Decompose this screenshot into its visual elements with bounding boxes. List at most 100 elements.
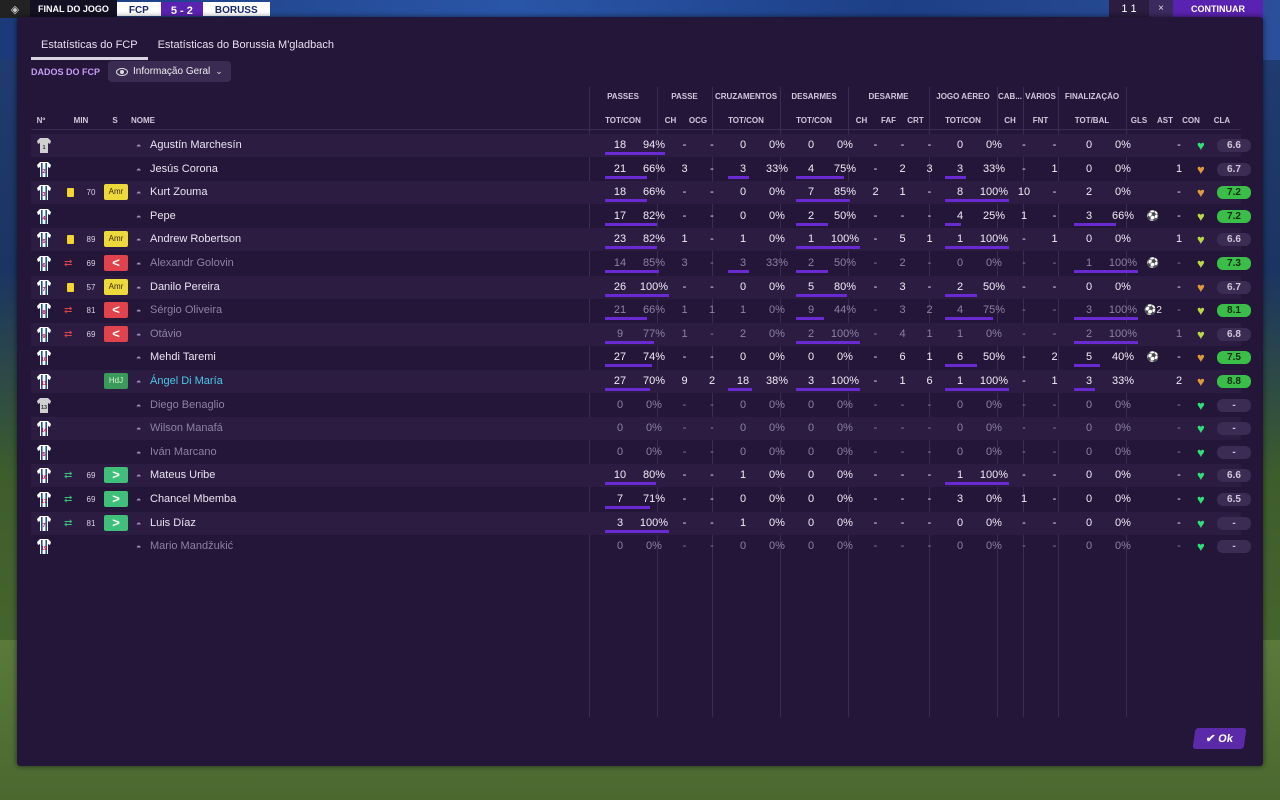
stat-fnt: - [1052, 422, 1057, 435]
player-name[interactable]: Andrew Robertson [150, 228, 241, 251]
player-name[interactable]: Jesús Corona [150, 158, 218, 181]
stat-ast: - [1177, 516, 1181, 529]
player-name[interactable]: Chancel Mbemba [150, 488, 236, 511]
percent-bar [796, 222, 828, 226]
minutes: 69 [86, 471, 96, 481]
table-row[interactable]: 10 ◓ Mehdi Taremi 27 74% - -0 0% 0 0% -6 1 6 50% -2 5 4… [31, 346, 1251, 369]
player-name[interactable]: Sérgio Oliveira [150, 299, 222, 322]
table-row[interactable]: 11 HdJ ◓ Ángel Di María 27 70% 9 2 18 38% 3 100% -1… [31, 370, 1251, 393]
player-name[interactable]: Mario Mandžukić [150, 535, 233, 558]
svg-text:16: 16 [41, 475, 47, 481]
svg-text:13: 13 [41, 405, 47, 411]
player-name[interactable]: Iván Marcano [150, 441, 217, 464]
yellow-card-icon [67, 235, 74, 245]
stat-gls [1140, 158, 1166, 181]
player-name[interactable]: Mehdi Taremi [150, 346, 216, 369]
player-name[interactable]: Diego Benaglio [150, 394, 225, 417]
stat-ocg: - [710, 469, 714, 482]
table-row[interactable]: 19 ◓ Mario Mandžukić 0 0% - - 0 0% 0 0% - - - 0 0% - - 0 0… [31, 535, 1251, 558]
table-row[interactable]: 5 89 Amr ◓ Andrew Robertson 23 82% 1-1 0% 1 100% -… [31, 228, 1251, 252]
stat-ast: - [1177, 398, 1181, 411]
stat-ch3: - [1022, 469, 1026, 482]
table-row[interactable]: 16 ⇄ 69 > ◓ Mateus Uribe 10 80% - -1 0% 0 0% - - -1 100… [31, 464, 1251, 488]
stat-faf: 3 [899, 280, 906, 293]
player-name[interactable]: Otávio [150, 323, 182, 346]
table-row[interactable]: 2 ◓ Jesús Corona 21 66% 3-3 33% 4 75% -2 3 3 33% -1 0… [31, 158, 1251, 181]
table-row[interactable]: 7 ⇄ 81 > ◓ Luis Díaz 3 100% - -1 0% 0 0% - - -0 0% - -0 0%… [31, 511, 1251, 535]
stat-ch3: - [1022, 257, 1026, 269]
stat-ch1: - [682, 139, 687, 151]
ok-button[interactable]: ✔ Ok [1192, 728, 1247, 749]
table-row[interactable]: 1 ◓ Agustín Marchesín 18 94% - -0 0% 0 0% - - -0 0% -… [31, 134, 1251, 157]
table-row[interactable]: 14 ◓ Wilson Manafá 0 0% - - 0 0% 0 0% - - - 0 0% - - 0 0% -… [31, 417, 1251, 441]
header-divider [31, 129, 1241, 130]
table-row[interactable]: 5 ◓ Iván Marcano 0 0% - -0 0% 0 0% - - -0 0% - -0 0% - ♥ - [31, 441, 1251, 464]
status-badge: > [104, 491, 128, 507]
stat-crt: - [927, 257, 932, 269]
tab-fcp-stats[interactable]: Estatísticas do FCP [31, 35, 148, 60]
stat-ch3: - [1022, 351, 1026, 364]
stat-c_tot: 1 [739, 516, 747, 529]
group-header: CAB... [998, 92, 1022, 101]
group-header: VÁRIOS [1025, 92, 1056, 101]
stat-fnt: - [1052, 327, 1057, 340]
shirt-icon: 2 [36, 161, 52, 178]
stat-gls: ⚽2 [1143, 305, 1162, 317]
svg-text:7: 7 [42, 287, 45, 293]
table-row[interactable]: 17 ⇄ 69 > ◓ Chancel Mbemba 7 71% - -0 0% 0 0% - - -3 0%… [31, 488, 1251, 511]
stat-ast: - [1177, 209, 1181, 222]
table-row[interactable]: 6 ⇄ 69 < ◓ Alexandr Golovin 14 85% 3-3 33% 2 50% -2… [31, 252, 1251, 275]
table-row[interactable]: 13 ◓ Diego Benaglio 0 0% - - 0 0% 0 0% - - - 0 0% - - 0 0%… [31, 394, 1251, 417]
condition-heart-icon: ♥ [1197, 256, 1205, 271]
person-icon: ◓ [136, 306, 142, 317]
tab-opponent-stats[interactable]: Estatísticas do Borussia M'gladbach [148, 35, 344, 60]
stat-a_pct: 0% [986, 493, 1002, 505]
column-header-crosses: TOT/CON [728, 116, 764, 125]
player-name[interactable]: Wilson Manafá [150, 417, 223, 440]
condition-heart-icon: ♥ [1197, 138, 1205, 153]
player-name[interactable]: Mateus Uribe [150, 464, 215, 487]
player-rating: 6.5 [1217, 493, 1251, 506]
stat-t_tot: 0 [807, 493, 815, 505]
player-rating: 6.8 [1217, 327, 1251, 341]
player-name[interactable]: Alexandr Golovin [150, 252, 234, 275]
player-name[interactable]: Ángel Di María [150, 370, 223, 393]
player-name[interactable]: Kurt Zouma [150, 181, 207, 204]
view-dropdown[interactable]: Informação Geral ⌄ [108, 61, 231, 82]
svg-text:2: 2 [42, 169, 45, 175]
stat-fnt: - [1052, 445, 1057, 458]
table-row[interactable]: 3 70 Amr ◓ Kurt Zouma 18 66% - -0 0% 7 85% 2 1-8 100%… [31, 181, 1251, 205]
percent-bar [945, 175, 966, 179]
table-row[interactable]: 7 57 Amr ◓ Danilo Pereira 26 100% - -0 0% 5 80% -3-… [31, 275, 1251, 299]
stat-t_pct: 0% [837, 398, 853, 411]
table-row[interactable]: 4 ◓ Pepe 17 82% - -0 0% 2 50% - - -4 25% 1-3 66% ⚽ - ♥ 7.2 [31, 205, 1251, 228]
stat-t_pct: 0% [837, 516, 853, 529]
player-name[interactable]: Danilo Pereira [150, 276, 220, 299]
sub-off-icon: ⇄ [64, 305, 73, 317]
stat-a_tot: 0 [956, 445, 964, 458]
player-name[interactable]: Luis Díaz [150, 512, 196, 535]
stat-ch2: - [873, 422, 878, 435]
svg-text:10: 10 [41, 357, 47, 363]
stat-ch3: - [1022, 304, 1026, 317]
continue-button[interactable]: CONTINUAR [1173, 0, 1263, 18]
svg-text:11: 11 [41, 381, 47, 387]
player-name[interactable]: Pepe [150, 205, 176, 228]
sub-off-icon: ⇄ [64, 258, 73, 269]
view-selector-bar: DADOS DO FCP Informação Geral ⌄ [31, 61, 231, 82]
condition-heart-icon: ♥ [1197, 515, 1205, 531]
column-header-passes: TOT/CON [605, 116, 641, 125]
stat-gls: ⚽ [1146, 352, 1160, 364]
stat-a_tot: 0 [956, 398, 964, 411]
stat-s_pct: 0% [1115, 493, 1131, 505]
stat-ast: 1 [1175, 327, 1183, 340]
table-row[interactable]: 8 ⇄ 81 < ◓ Sérgio Oliveira 21 66% 1 1 1 0% 9 44% -3 2 4… [31, 299, 1251, 322]
table-row[interactable]: 9 ⇄ 69 < ◓ Otávio 9 77% 1-2 0% 2 100% -4 1 1 0% - -2 100%… [31, 322, 1251, 346]
player-rating: - [1217, 445, 1251, 459]
stat-crt: - [927, 398, 932, 411]
stat-t_pct: 0% [837, 445, 853, 458]
stat-ch2: 2 [872, 186, 879, 199]
player-name[interactable]: Agustín Marchesín [150, 134, 242, 157]
close-icon[interactable]: × [1149, 0, 1173, 18]
stat-fnt: 1 [1051, 233, 1058, 246]
